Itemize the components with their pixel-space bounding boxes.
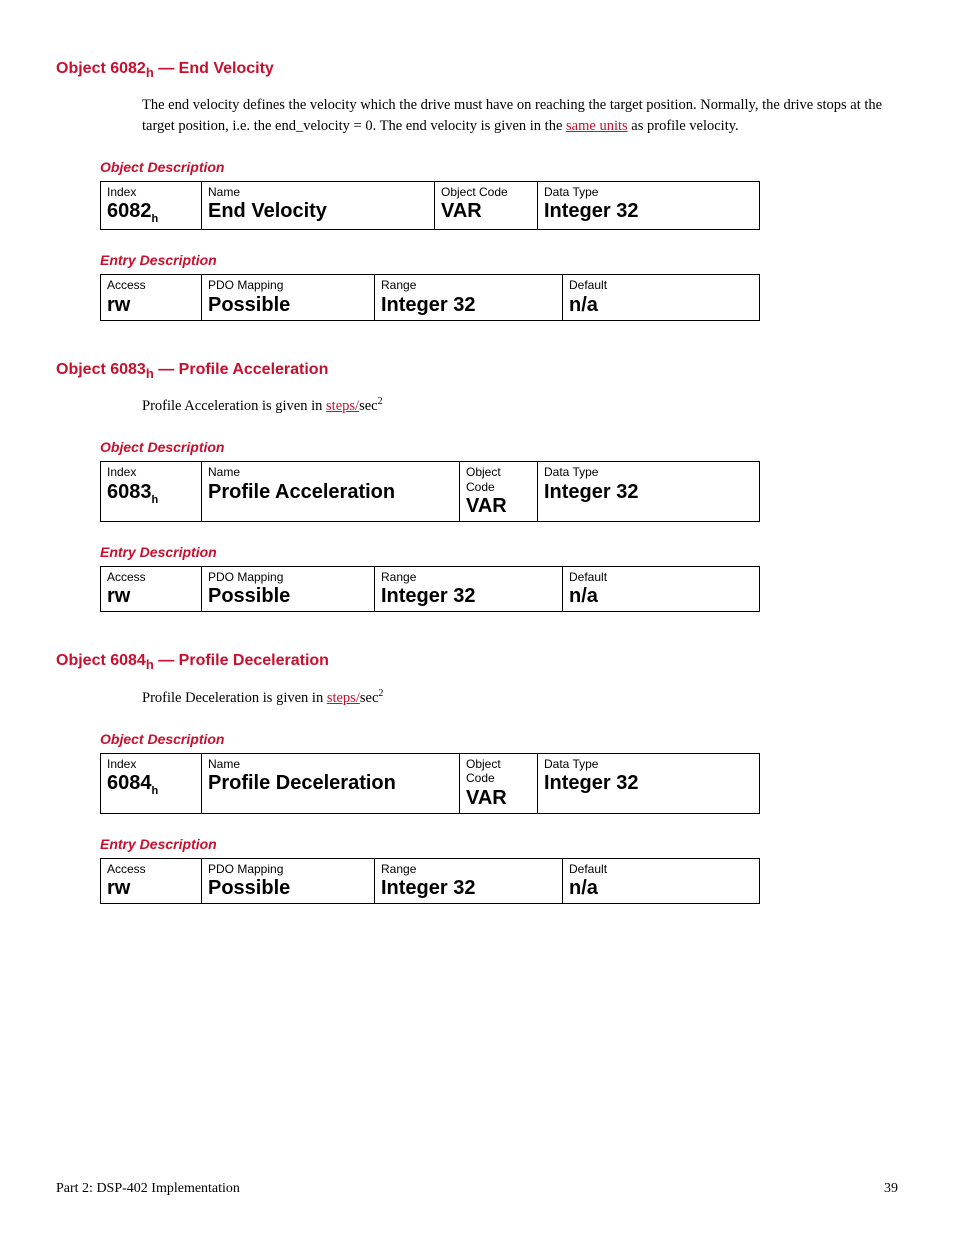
cell-value: Possible bbox=[208, 877, 290, 899]
cell-value: Integer 32 bbox=[381, 585, 475, 607]
col-label: Access bbox=[107, 862, 195, 876]
cell-value: Integer 32 bbox=[544, 481, 638, 503]
cell-value: Integer 32 bbox=[544, 200, 638, 222]
col-label: Default bbox=[569, 570, 753, 584]
body-text: Profile Acceleration is given in steps/s… bbox=[142, 395, 888, 417]
col-label: Name bbox=[208, 757, 453, 771]
objdesc-heading: Object Description bbox=[100, 159, 898, 175]
col-label: Default bbox=[569, 278, 753, 292]
body-text: The end velocity defines the velocity wh… bbox=[142, 95, 888, 137]
col-label: Default bbox=[569, 862, 753, 876]
entrydesc-table: Access rw PDO Mapping Possible Range Int… bbox=[100, 274, 760, 320]
heading-post: — End Velocity bbox=[154, 60, 274, 77]
section-heading: Object 6082h — End Velocity bbox=[56, 60, 898, 80]
col-label: Range bbox=[381, 862, 556, 876]
table-row: Index 6082h Name End Velocity Object Cod… bbox=[101, 181, 760, 229]
objdesc-heading: Object Description bbox=[100, 439, 898, 455]
cell-value: 6082h bbox=[107, 200, 158, 222]
heading-pre: Object 6083 bbox=[56, 361, 146, 378]
col-label: Object Code bbox=[441, 185, 531, 199]
cell-value: n/a bbox=[569, 585, 598, 607]
entrydesc-table: Access rw PDO Mapping Possible Range Int… bbox=[100, 566, 760, 612]
cell-value: VAR bbox=[466, 495, 507, 517]
footer-page-number: 39 bbox=[884, 1181, 898, 1197]
entrydesc-table: Access rw PDO Mapping Possible Range Int… bbox=[100, 858, 760, 904]
section-heading: Object 6083h — Profile Acceleration bbox=[56, 361, 898, 381]
cell-value: rw bbox=[107, 585, 130, 607]
cell-value: Profile Acceleration bbox=[208, 481, 395, 503]
table-row: Index 6084h Name Profile Deceleration Ob… bbox=[101, 753, 760, 813]
cell-value: Possible bbox=[208, 294, 290, 316]
body-link[interactable]: steps/ bbox=[327, 690, 360, 706]
body-link[interactable]: steps/ bbox=[326, 398, 359, 414]
cell-value: rw bbox=[107, 877, 130, 899]
col-label: Range bbox=[381, 278, 556, 292]
body-pre: The end velocity defines the velocity wh… bbox=[142, 97, 882, 134]
section-heading: Object 6084h — Profile Deceleration bbox=[56, 652, 898, 672]
heading-sub: h bbox=[146, 65, 154, 80]
heading-sub: h bbox=[146, 366, 154, 381]
table-row: Access rw PDO Mapping Possible Range Int… bbox=[101, 275, 760, 320]
sup: 2 bbox=[378, 396, 383, 407]
table-row: Index 6083h Name Profile Acceleration Ob… bbox=[101, 462, 760, 522]
col-label: Data Type bbox=[544, 465, 753, 479]
col-label: Object Code bbox=[466, 757, 531, 786]
cell-value: 6084h bbox=[107, 772, 158, 794]
col-label: Access bbox=[107, 278, 195, 292]
objdesc-table: Index 6083h Name Profile Acceleration Ob… bbox=[100, 461, 760, 522]
body-link[interactable]: same units bbox=[566, 118, 628, 134]
cell-value: Integer 32 bbox=[544, 772, 638, 794]
col-label: Data Type bbox=[544, 185, 753, 199]
col-label: Data Type bbox=[544, 757, 753, 771]
objdesc-table: Index 6082h Name End Velocity Object Cod… bbox=[100, 181, 760, 230]
cell-value: VAR bbox=[441, 200, 482, 222]
cell-value: n/a bbox=[569, 877, 598, 899]
col-label: Name bbox=[208, 185, 428, 199]
entrydesc-heading: Entry Description bbox=[100, 836, 898, 852]
sup: 2 bbox=[378, 688, 383, 699]
cell-value: rw bbox=[107, 294, 130, 316]
heading-post: — Profile Deceleration bbox=[154, 652, 329, 669]
heading-pre: Object 6082 bbox=[56, 60, 146, 77]
cell-value: End Velocity bbox=[208, 200, 327, 222]
page-footer: Part 2: DSP-402 Implementation 39 bbox=[56, 1181, 898, 1197]
col-label: Range bbox=[381, 570, 556, 584]
footer-left: Part 2: DSP-402 Implementation bbox=[56, 1181, 240, 1197]
table-row: Access rw PDO Mapping Possible Range Int… bbox=[101, 566, 760, 611]
entrydesc-heading: Entry Description bbox=[100, 252, 898, 268]
col-label: PDO Mapping bbox=[208, 862, 368, 876]
body-text: Profile Deceleration is given in steps/s… bbox=[142, 687, 888, 709]
table-row: Access rw PDO Mapping Possible Range Int… bbox=[101, 858, 760, 903]
body-post: sec bbox=[359, 398, 378, 414]
cell-value: Profile Deceleration bbox=[208, 772, 396, 794]
col-label: Object Code bbox=[466, 465, 531, 494]
cell-value: Possible bbox=[208, 585, 290, 607]
col-label: Name bbox=[208, 465, 453, 479]
col-label: Index bbox=[107, 465, 195, 479]
cell-value: 6083h bbox=[107, 481, 158, 503]
body-pre: Profile Deceleration is given in bbox=[142, 690, 327, 706]
body-pre: Profile Acceleration is given in bbox=[142, 398, 326, 414]
col-label: Index bbox=[107, 757, 195, 771]
heading-pre: Object 6084 bbox=[56, 652, 146, 669]
col-label: Access bbox=[107, 570, 195, 584]
entrydesc-heading: Entry Description bbox=[100, 544, 898, 560]
cell-value: Integer 32 bbox=[381, 877, 475, 899]
objdesc-heading: Object Description bbox=[100, 731, 898, 747]
cell-value: Integer 32 bbox=[381, 294, 475, 316]
col-label: PDO Mapping bbox=[208, 570, 368, 584]
col-label: Index bbox=[107, 185, 195, 199]
cell-value: VAR bbox=[466, 787, 507, 809]
cell-value: n/a bbox=[569, 294, 598, 316]
heading-sub: h bbox=[146, 657, 154, 672]
body-post: sec bbox=[360, 690, 379, 706]
heading-post: — Profile Acceleration bbox=[154, 361, 329, 378]
col-label: PDO Mapping bbox=[208, 278, 368, 292]
objdesc-table: Index 6084h Name Profile Deceleration Ob… bbox=[100, 753, 760, 814]
body-post: as profile velocity. bbox=[628, 118, 739, 134]
